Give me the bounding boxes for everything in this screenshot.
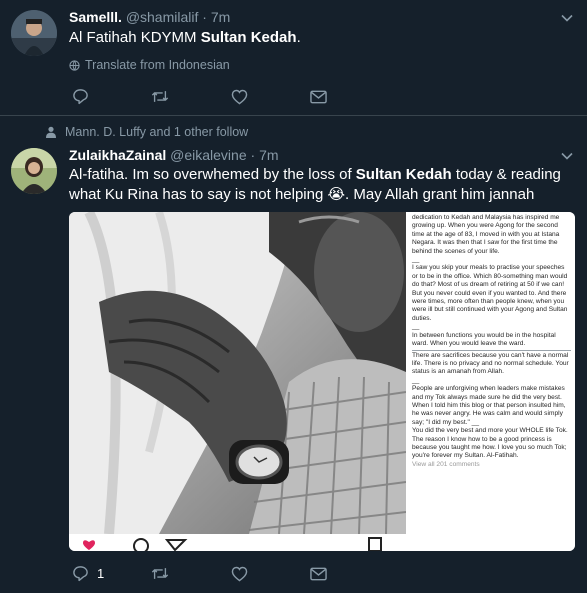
user-avatar-icon [11,10,57,56]
message-button[interactable] [310,90,327,104]
display-name[interactable]: Samelll. [69,9,122,25]
reply-count: 1 [97,566,105,581]
caption-paragraph: People are unforgiving when leaders make… [412,385,566,426]
instagram-caption: dedication to Kedah and Malaysia has ins… [406,212,575,551]
person-icon [46,126,56,138]
tweet-text: Al Fatihah KDYMM Sultan Kedah. [69,29,301,46]
divider [412,349,571,351]
hashtag-link[interactable]: Sultan Kedah [201,29,297,46]
handle[interactable]: @shamilalif [126,9,199,25]
retweet-icon [151,568,169,579]
tweet-text: Al-fatiha. Im so overwhemed by the loss … [69,166,561,203]
social-context[interactable]: Mann. D. Luffy and 1 other follow [45,125,248,139]
translate-link[interactable]: Translate from Indonesian [69,58,230,72]
display-name[interactable]: ZulaikhaZainal [69,147,166,163]
hashtag-link[interactable]: Sultan Kedah [356,166,452,183]
like-button[interactable] [231,566,310,582]
caption-paragraph: You did the very best and more your WHOL… [412,427,568,460]
chevron-down-icon[interactable] [561,12,573,24]
photo[interactable] [69,212,406,534]
globe-icon [69,59,80,71]
instagram-action-bar [69,534,406,551]
user-avatar-icon [11,148,57,194]
avatar[interactable] [11,148,57,194]
reply-button[interactable] [72,88,151,105]
reply-icon [73,89,88,105]
reply-button[interactable]: 1 [72,565,151,582]
embrace-photo [69,212,406,534]
tweet-1[interactable]: Samelll. @shamilalif · 7m Al Fatihah KDY… [0,0,587,113]
retweet-button[interactable] [151,565,231,582]
retweet-icon [151,91,169,102]
like-button[interactable] [231,89,310,105]
crying-emoji-icon: 😭 [327,186,346,203]
tweet-actions [72,88,327,105]
caption-paragraph: There are sacrifices because you can't h… [412,351,569,376]
view-comments-link: View all 201 comments [412,460,480,468]
tweet-actions: 1 [72,565,327,582]
heart-icon [231,89,248,104]
caption-paragraph: __ [412,376,420,384]
tweet-header: Samelll. @shamilalif · 7m [69,9,230,25]
timestamp[interactable]: · 7m [202,9,230,25]
caption-paragraph: In between functions you would be in the… [412,331,556,348]
caption-paragraph: __ [412,323,420,331]
envelope-icon [310,567,327,580]
handle[interactable]: @eikalevine [170,147,246,163]
tweet-header: ZulaikhaZainal @eikalevine · 7m [69,147,279,163]
tweet-media[interactable]: dedication to Kedah and Malaysia has ins… [69,212,575,551]
message-button[interactable] [310,567,327,581]
avatar[interactable] [11,10,57,56]
retweet-button[interactable] [151,88,231,105]
timestamp[interactable]: · 7m [251,147,279,163]
caption-paragraph: __ [412,256,420,264]
caption-paragraph: I saw you skip your meals to practise yo… [412,264,568,322]
heart-icon [231,566,248,581]
caption-paragraph: dedication to Kedah and Malaysia has ins… [412,214,560,255]
envelope-icon [310,90,327,103]
reply-icon [73,566,88,582]
chevron-down-icon[interactable] [561,150,573,162]
instagram-icons [83,537,382,551]
